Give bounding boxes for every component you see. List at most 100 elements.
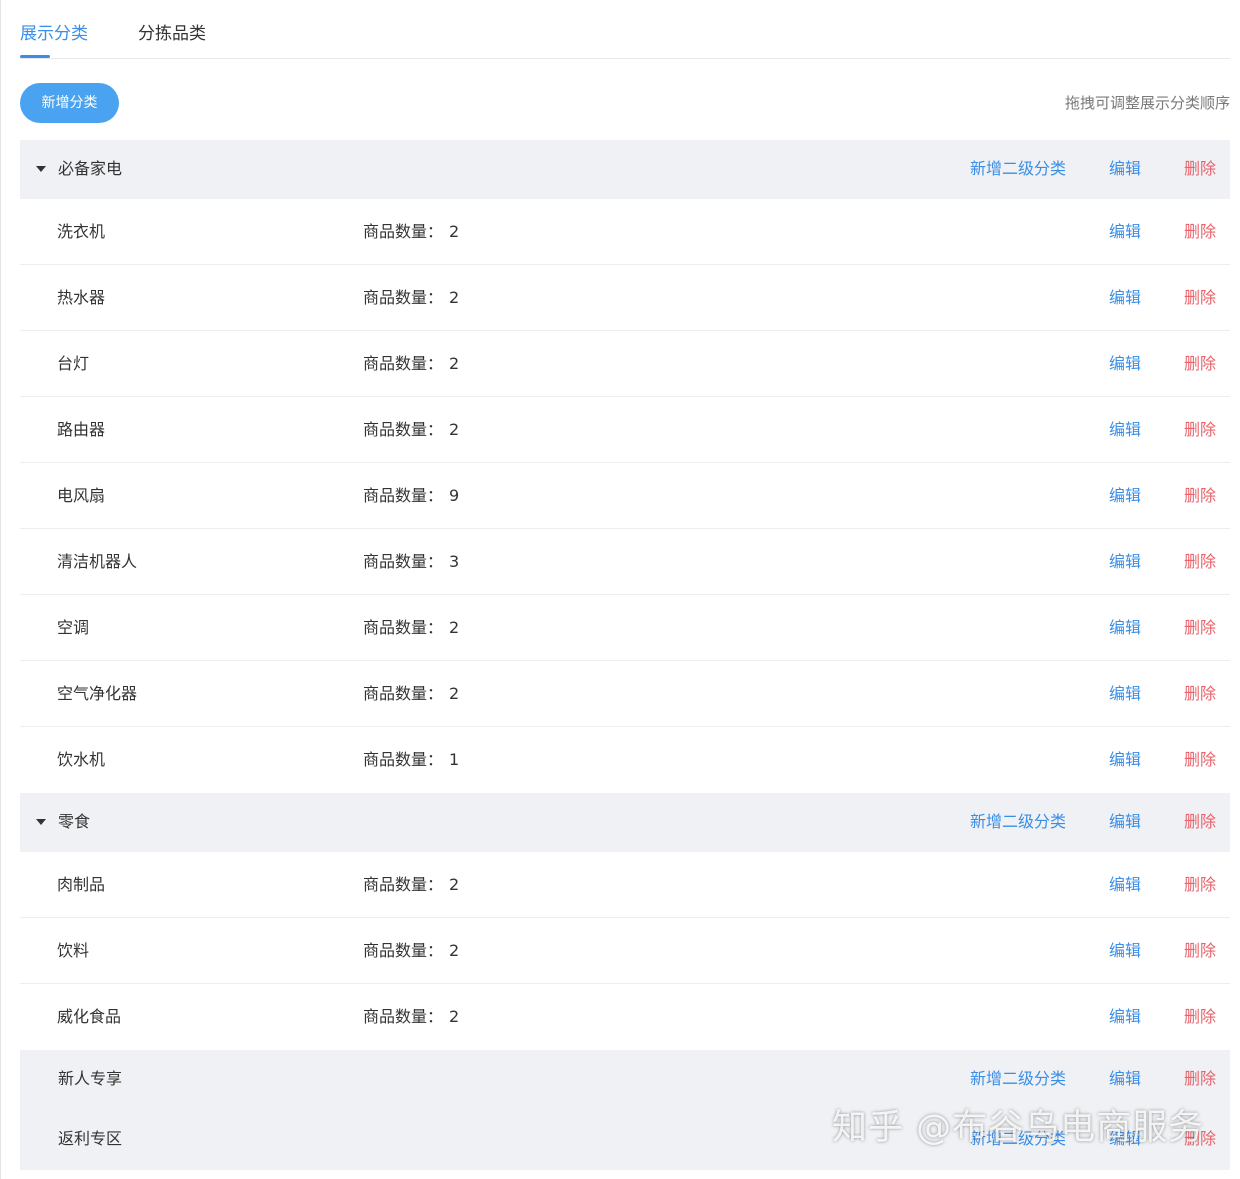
add-subcategory-button[interactable]: 新增二级分类 <box>970 158 1066 180</box>
edit-group-button[interactable]: 编辑 <box>1109 158 1141 180</box>
delete-subcategory-button[interactable]: 删除 <box>1184 874 1216 896</box>
product-count-label: 商品数量： <box>363 941 444 960</box>
product-count-value: 2 <box>449 875 460 894</box>
subcategory-name: 饮水机 <box>57 750 106 769</box>
product-count-value: 1 <box>449 750 460 769</box>
product-count-label: 商品数量： <box>363 288 444 307</box>
delete-subcategory-button[interactable]: 删除 <box>1184 749 1216 771</box>
edit-subcategory-button[interactable]: 编辑 <box>1109 287 1141 309</box>
product-count-label: 商品数量： <box>363 552 444 571</box>
edit-group-button[interactable]: 编辑 <box>1109 1068 1141 1090</box>
group-name: 必备家电 <box>58 159 123 178</box>
delete-group-button[interactable]: 删除 <box>1184 1068 1216 1090</box>
product-count: 商品数量： 9 <box>363 485 459 507</box>
product-count-value: 9 <box>449 486 460 505</box>
product-count: 商品数量： 2 <box>363 419 459 441</box>
subcategory-name: 饮料 <box>57 941 90 960</box>
category-tabs: 展示分类 分拣品类 <box>20 0 1230 59</box>
category-group-row[interactable]: 零食 新增二级分类 编辑 删除 <box>20 793 1230 852</box>
delete-group-button[interactable]: 删除 <box>1184 1128 1216 1150</box>
subcategory-row[interactable]: 电风扇 商品数量： 9 编辑 删除 <box>20 463 1230 529</box>
subcategory-row[interactable]: 威化食品 商品数量： 2 编辑 删除 <box>20 984 1230 1050</box>
product-count-value: 2 <box>449 941 460 960</box>
subcategory-name: 电风扇 <box>57 486 106 505</box>
product-count-value: 2 <box>449 420 460 439</box>
edit-subcategory-button[interactable]: 编辑 <box>1109 551 1141 573</box>
subcategory-row[interactable]: 清洁机器人 商品数量： 3 编辑 删除 <box>20 529 1230 595</box>
edit-subcategory-button[interactable]: 编辑 <box>1109 683 1141 705</box>
subcategory-row[interactable]: 饮水机 商品数量： 1 编辑 删除 <box>20 727 1230 793</box>
subcategory-row[interactable]: 空调 商品数量： 2 编辑 删除 <box>20 595 1230 661</box>
product-count: 商品数量： 1 <box>363 749 459 771</box>
edit-subcategory-button[interactable]: 编辑 <box>1109 353 1141 375</box>
active-tab-indicator <box>20 55 50 58</box>
subcategory-row[interactable]: 饮料 商品数量： 2 编辑 删除 <box>20 918 1230 984</box>
group-name: 零食 <box>58 812 91 831</box>
product-count-value: 2 <box>449 684 460 703</box>
subcategory-row[interactable]: 空气净化器 商品数量： 2 编辑 删除 <box>20 661 1230 727</box>
delete-group-button[interactable]: 删除 <box>1184 158 1216 180</box>
edit-subcategory-button[interactable]: 编辑 <box>1109 749 1141 771</box>
tab-display-categories[interactable]: 展示分类 <box>20 22 88 46</box>
product-count-value: 2 <box>449 618 460 637</box>
subcategory-name: 热水器 <box>57 288 106 307</box>
subcategory-row[interactable]: 路由器 商品数量： 2 编辑 删除 <box>20 397 1230 463</box>
delete-group-button[interactable]: 删除 <box>1184 811 1216 833</box>
product-count-label: 商品数量： <box>363 486 444 505</box>
edit-subcategory-button[interactable]: 编辑 <box>1109 1006 1141 1028</box>
edit-subcategory-button[interactable]: 编辑 <box>1109 485 1141 507</box>
subcategory-name: 洗衣机 <box>57 222 106 241</box>
edit-group-button[interactable]: 编辑 <box>1109 1128 1141 1150</box>
edit-group-button[interactable]: 编辑 <box>1109 811 1141 833</box>
product-count-label: 商品数量： <box>363 750 444 769</box>
delete-subcategory-button[interactable]: 删除 <box>1184 551 1216 573</box>
delete-subcategory-button[interactable]: 删除 <box>1184 287 1216 309</box>
add-category-button[interactable]: 新增分类 <box>20 83 119 123</box>
product-count-label: 商品数量： <box>363 1007 444 1026</box>
edit-subcategory-button[interactable]: 编辑 <box>1109 940 1141 962</box>
edit-subcategory-button[interactable]: 编辑 <box>1109 419 1141 441</box>
product-count: 商品数量： 2 <box>363 683 459 705</box>
category-group-row[interactable]: 新人专享 新增二级分类 编辑 删除 <box>20 1050 1230 1110</box>
subcategory-row[interactable]: 台灯 商品数量： 2 编辑 删除 <box>20 331 1230 397</box>
delete-subcategory-button[interactable]: 删除 <box>1184 353 1216 375</box>
product-count-label: 商品数量： <box>363 684 444 703</box>
delete-subcategory-button[interactable]: 删除 <box>1184 419 1216 441</box>
delete-subcategory-button[interactable]: 删除 <box>1184 940 1216 962</box>
add-subcategory-button[interactable]: 新增二级分类 <box>970 811 1066 833</box>
group-name: 返利专区 <box>58 1129 123 1148</box>
add-subcategory-button[interactable]: 新增二级分类 <box>970 1068 1066 1090</box>
edit-subcategory-button[interactable]: 编辑 <box>1109 617 1141 639</box>
product-count: 商品数量： 2 <box>363 287 459 309</box>
product-count: 商品数量： 2 <box>363 874 459 896</box>
delete-subcategory-button[interactable]: 删除 <box>1184 221 1216 243</box>
tab-sorting-categories[interactable]: 分拣品类 <box>138 22 206 46</box>
product-count-value: 2 <box>449 288 460 307</box>
delete-subcategory-button[interactable]: 删除 <box>1184 1006 1216 1028</box>
caret-down-icon[interactable] <box>36 166 46 172</box>
add-subcategory-button[interactable]: 新增二级分类 <box>970 1128 1066 1150</box>
delete-subcategory-button[interactable]: 删除 <box>1184 485 1216 507</box>
category-group-row[interactable]: 必备家电 新增二级分类 编辑 删除 <box>20 140 1230 199</box>
subcategory-name: 空气净化器 <box>57 684 138 703</box>
product-count: 商品数量： 2 <box>363 940 459 962</box>
caret-down-icon[interactable] <box>36 819 46 825</box>
product-count: 商品数量： 2 <box>363 617 459 639</box>
edit-subcategory-button[interactable]: 编辑 <box>1109 221 1141 243</box>
delete-subcategory-button[interactable]: 删除 <box>1184 617 1216 639</box>
subcategory-name: 空调 <box>57 618 90 637</box>
category-group-row[interactable]: 返利专区 新增二级分类 编辑 删除 <box>20 1110 1230 1170</box>
subcategory-row[interactable]: 肉制品 商品数量： 2 编辑 删除 <box>20 852 1230 918</box>
edit-subcategory-button[interactable]: 编辑 <box>1109 874 1141 896</box>
subcategory-name: 台灯 <box>57 354 90 373</box>
delete-subcategory-button[interactable]: 删除 <box>1184 683 1216 705</box>
product-count-label: 商品数量： <box>363 222 444 241</box>
group-name: 新人专享 <box>58 1069 123 1088</box>
product-count: 商品数量： 2 <box>363 353 459 375</box>
page-left-border <box>0 0 1 1179</box>
subcategory-row[interactable]: 热水器 商品数量： 2 编辑 删除 <box>20 265 1230 331</box>
category-list: 必备家电 新增二级分类 编辑 删除 洗衣机 商品数量： 2 编辑 删除 热水器 商品数量： 2 编辑 删除… <box>20 140 1230 1170</box>
product-count-label: 商品数量： <box>363 875 444 894</box>
subcategory-row[interactable]: 洗衣机 商品数量： 2 编辑 删除 <box>20 199 1230 265</box>
subcategory-name: 肉制品 <box>57 875 106 894</box>
